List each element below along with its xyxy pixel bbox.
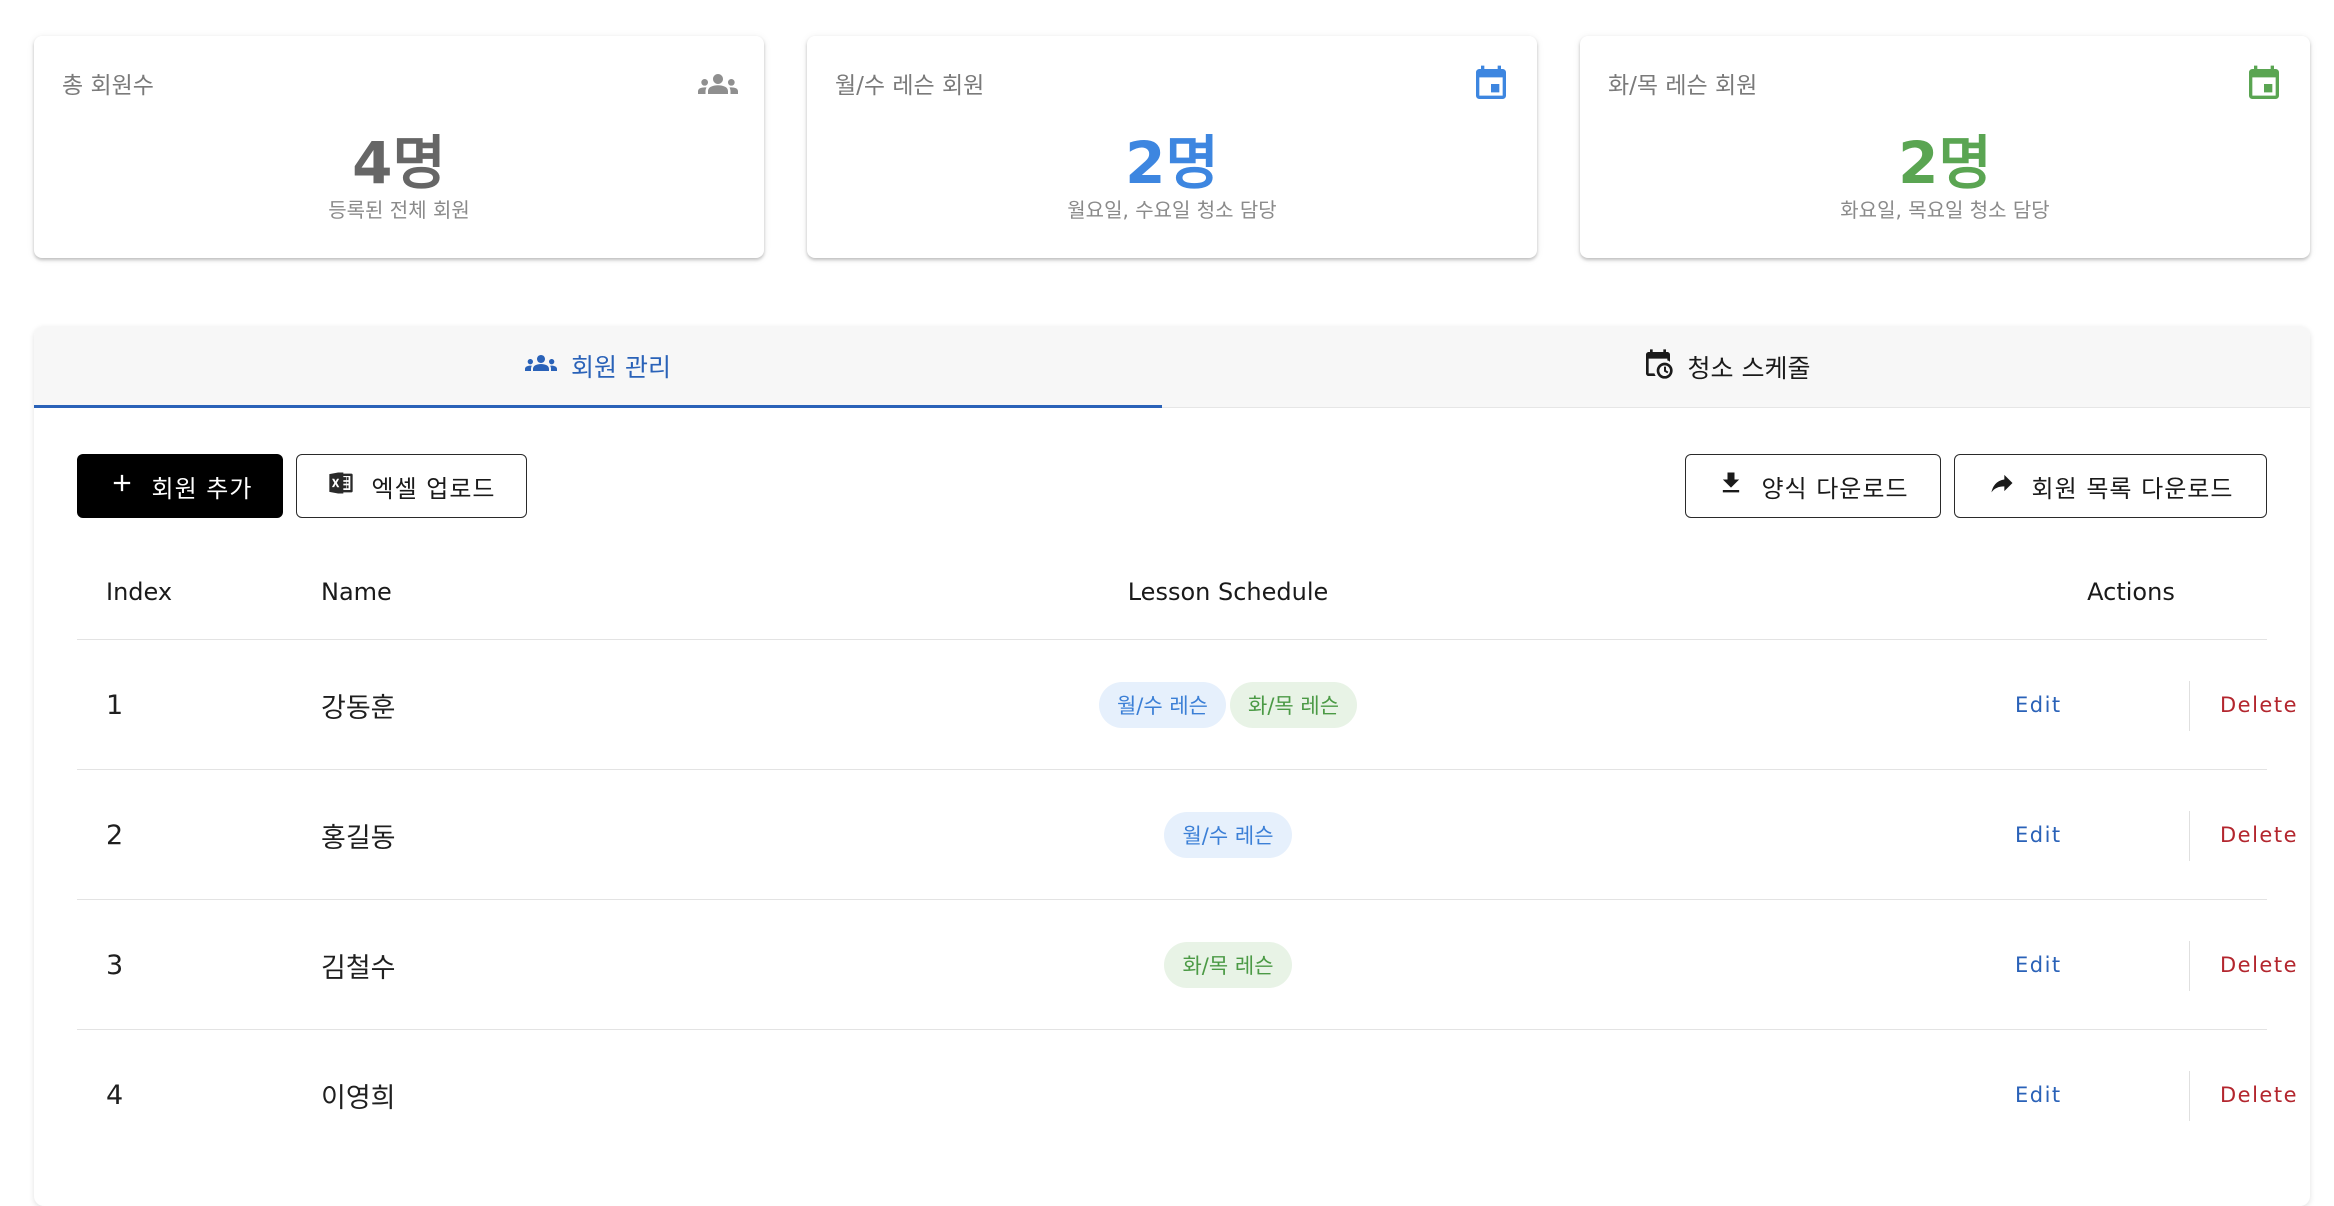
tab-cleaning-schedule[interactable]: 청소 스케줄 bbox=[1162, 326, 2290, 408]
stat-value: 2명 bbox=[1898, 129, 1992, 197]
stat-subtitle: 등록된 전체 회원 bbox=[328, 198, 470, 222]
cell-name: 홍길동 bbox=[321, 822, 396, 854]
tab-bar: 회원 관리 청소 스케줄 bbox=[34, 326, 2310, 408]
stat-card-tuethu: 화/목 레슨 회원 2명 화요일, 목요일 청소 담당 bbox=[1580, 36, 2310, 258]
cell-index: 1 bbox=[106, 689, 124, 721]
excel-upload-button[interactable]: 엑셀 업로드 bbox=[296, 454, 527, 518]
cell-name: 김철수 bbox=[321, 952, 396, 984]
button-label: 회원 목록 다운로드 bbox=[2031, 474, 2234, 503]
stat-subtitle: 월요일, 수요일 청소 담당 bbox=[1067, 198, 1277, 222]
tab-label: 회원 관리 bbox=[571, 352, 671, 382]
cell-lesson-schedule: 월/수 레슨 bbox=[677, 770, 1779, 900]
table-row: 3 김철수 화/목 레슨 Edit Delete bbox=[77, 900, 2297, 1030]
delete-button[interactable]: Delete bbox=[2220, 693, 2298, 717]
stat-title: 월/수 레슨 회원 bbox=[835, 73, 985, 99]
template-download-button[interactable]: 양식 다운로드 bbox=[1685, 454, 1941, 518]
delete-button[interactable]: Delete bbox=[2220, 823, 2298, 847]
excel-icon bbox=[327, 469, 355, 503]
people-icon bbox=[698, 64, 738, 104]
table-row: 4 이영희 Edit Delete bbox=[77, 1030, 2297, 1160]
tab-label: 청소 스케줄 bbox=[1687, 354, 1811, 383]
download-icon bbox=[1717, 469, 1745, 503]
plus-icon bbox=[108, 469, 136, 503]
button-label: 회원 추가 bbox=[151, 474, 253, 503]
edit-button[interactable]: Edit bbox=[2015, 1083, 2062, 1107]
cell-actions: Edit Delete bbox=[1995, 640, 2297, 770]
action-divider bbox=[2189, 681, 2190, 731]
cell-name: 강동훈 bbox=[321, 692, 396, 724]
action-divider bbox=[2189, 941, 2190, 991]
stat-subtitle: 화요일, 목요일 청소 담당 bbox=[1840, 198, 2050, 222]
chip-monwed-lesson: 월/수 레슨 bbox=[1098, 682, 1226, 728]
calendar-icon bbox=[2244, 64, 2284, 104]
edit-button[interactable]: Edit bbox=[2015, 823, 2062, 847]
stat-card-monwed: 월/수 레슨 회원 2명 월요일, 수요일 청소 담당 bbox=[807, 36, 1537, 258]
header-lesson-schedule: Lesson Schedule bbox=[1127, 578, 1329, 606]
stat-value: 2명 bbox=[1125, 129, 1219, 197]
cell-lesson-schedule: 화/목 레슨 bbox=[677, 900, 1779, 1030]
chip-tuethu-lesson: 화/목 레슨 bbox=[1230, 682, 1358, 728]
delete-button[interactable]: Delete bbox=[2220, 1083, 2298, 1107]
delete-button[interactable]: Delete bbox=[2220, 953, 2298, 977]
calendar-clock-icon bbox=[1642, 348, 1674, 386]
cell-index: 2 bbox=[106, 819, 124, 851]
action-divider bbox=[2189, 811, 2190, 861]
tab-member-management[interactable]: 회원 관리 bbox=[34, 326, 1162, 408]
chip-monwed-lesson: 월/수 레슨 bbox=[1164, 812, 1292, 858]
stat-card-total: 총 회원수 4명 등록된 전체 회원 bbox=[34, 36, 764, 258]
stat-value: 4명 bbox=[352, 129, 446, 197]
header-index: Index bbox=[106, 578, 173, 606]
stat-title: 총 회원수 bbox=[62, 73, 154, 99]
cell-lesson-schedule bbox=[677, 1030, 1779, 1160]
header-name: Name bbox=[321, 578, 392, 606]
cell-lesson-schedule: 월/수 레슨 화/목 레슨 bbox=[677, 640, 1779, 770]
cell-index: 4 bbox=[106, 1079, 124, 1111]
stat-title: 화/목 레슨 회원 bbox=[1608, 73, 1758, 99]
action-divider bbox=[2189, 1071, 2190, 1121]
header-actions: Actions bbox=[2087, 578, 2175, 606]
people-icon bbox=[525, 347, 558, 385]
button-label: 양식 다운로드 bbox=[1761, 474, 1909, 503]
cell-name: 이영희 bbox=[321, 1082, 396, 1114]
cell-actions: Edit Delete bbox=[1995, 770, 2297, 900]
cell-actions: Edit Delete bbox=[1995, 900, 2297, 1030]
stats-row: 총 회원수 4명 등록된 전체 회원 월/수 레슨 회원 2명 월요일, 수요일… bbox=[34, 36, 2310, 258]
share-arrow-icon bbox=[1988, 469, 2016, 503]
table-header: Index Name Lesson Schedule Actions bbox=[77, 544, 2267, 640]
table-row: 1 강동훈 월/수 레슨 화/목 레슨 Edit Delete bbox=[77, 640, 2297, 770]
cell-actions: Edit Delete bbox=[1995, 1030, 2297, 1160]
cell-index: 3 bbox=[106, 949, 124, 981]
edit-button[interactable]: Edit bbox=[2015, 953, 2062, 977]
table-row: 2 홍길동 월/수 레슨 Edit Delete bbox=[77, 770, 2297, 900]
chip-tuethu-lesson: 화/목 레슨 bbox=[1164, 942, 1292, 988]
calendar-icon bbox=[1471, 64, 1511, 104]
button-label: 엑셀 업로드 bbox=[371, 474, 496, 503]
add-member-button[interactable]: 회원 추가 bbox=[77, 454, 283, 518]
member-list-download-button[interactable]: 회원 목록 다운로드 bbox=[1954, 454, 2267, 518]
edit-button[interactable]: Edit bbox=[2015, 693, 2062, 717]
